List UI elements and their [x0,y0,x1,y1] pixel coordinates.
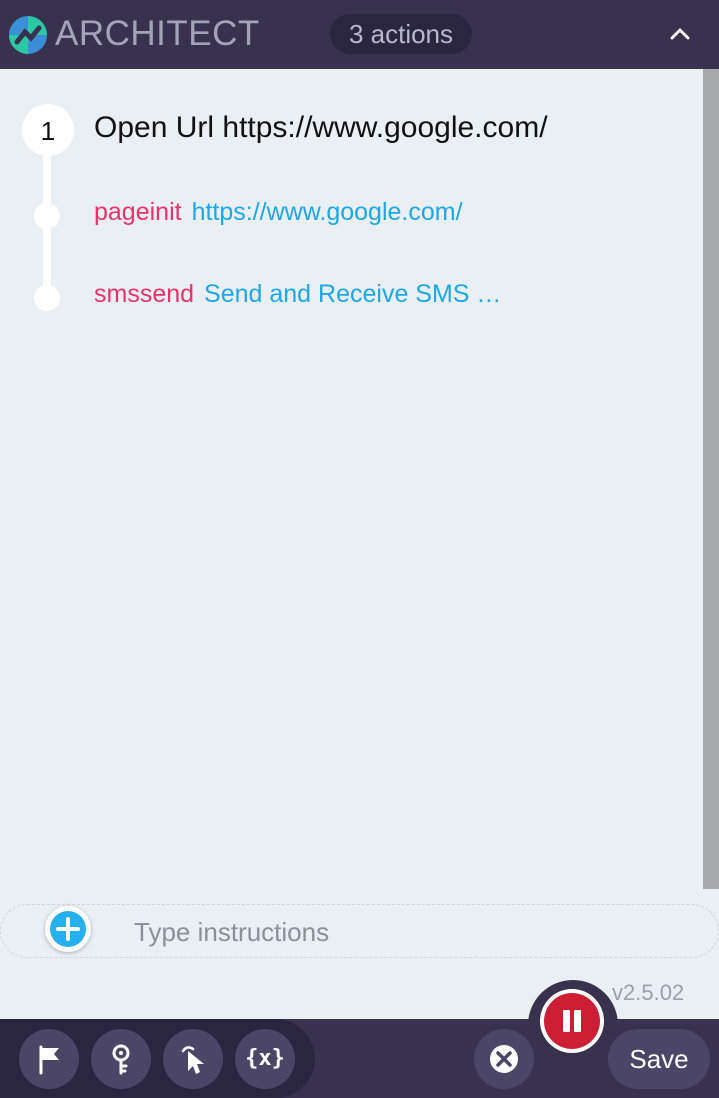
pointer-button[interactable] [163,1029,223,1089]
save-button[interactable]: Save [608,1029,710,1089]
add-instruction-button[interactable] [45,906,91,952]
sub-action-dot [34,285,60,311]
step-number: 1 [22,104,74,156]
sub-action-value: https://www.google.com/ [191,198,463,226]
variables-button[interactable]: {x} [235,1029,295,1089]
pause-button[interactable] [540,989,604,1053]
architect-logo-icon [9,16,47,54]
pointer-click-icon [181,1046,204,1074]
app-title: ARCHITECT [55,14,260,53]
flag-icon [39,1045,59,1075]
variables-icon: {x} [245,1046,285,1071]
chevron-up-icon[interactable] [664,18,696,50]
sub-action-dot [34,203,60,229]
flag-button[interactable] [19,1029,79,1089]
scrollbar[interactable] [703,69,719,889]
actions-count-badge[interactable]: 3 actions [330,14,472,54]
sub-action-row[interactable]: smssend Send and Receive SMS … [94,280,501,309]
sub-action-row[interactable]: pageinit https://www.google.com/ [94,198,463,227]
plus-icon [50,911,86,947]
key-button[interactable] [91,1029,151,1089]
version-label: v2.5.02 [612,980,685,1005]
pause-icon [544,993,600,1049]
sub-action-value: Send and Receive SMS … [204,280,502,308]
sub-action-key: pageinit [94,198,182,226]
cancel-button[interactable] [474,1029,534,1089]
instruction-input[interactable] [134,912,654,952]
key-icon [112,1044,130,1075]
step-title[interactable]: Open Url https://www.google.com/ [94,111,548,145]
sub-action-key: smssend [94,280,195,308]
close-circle-icon [490,1045,518,1073]
